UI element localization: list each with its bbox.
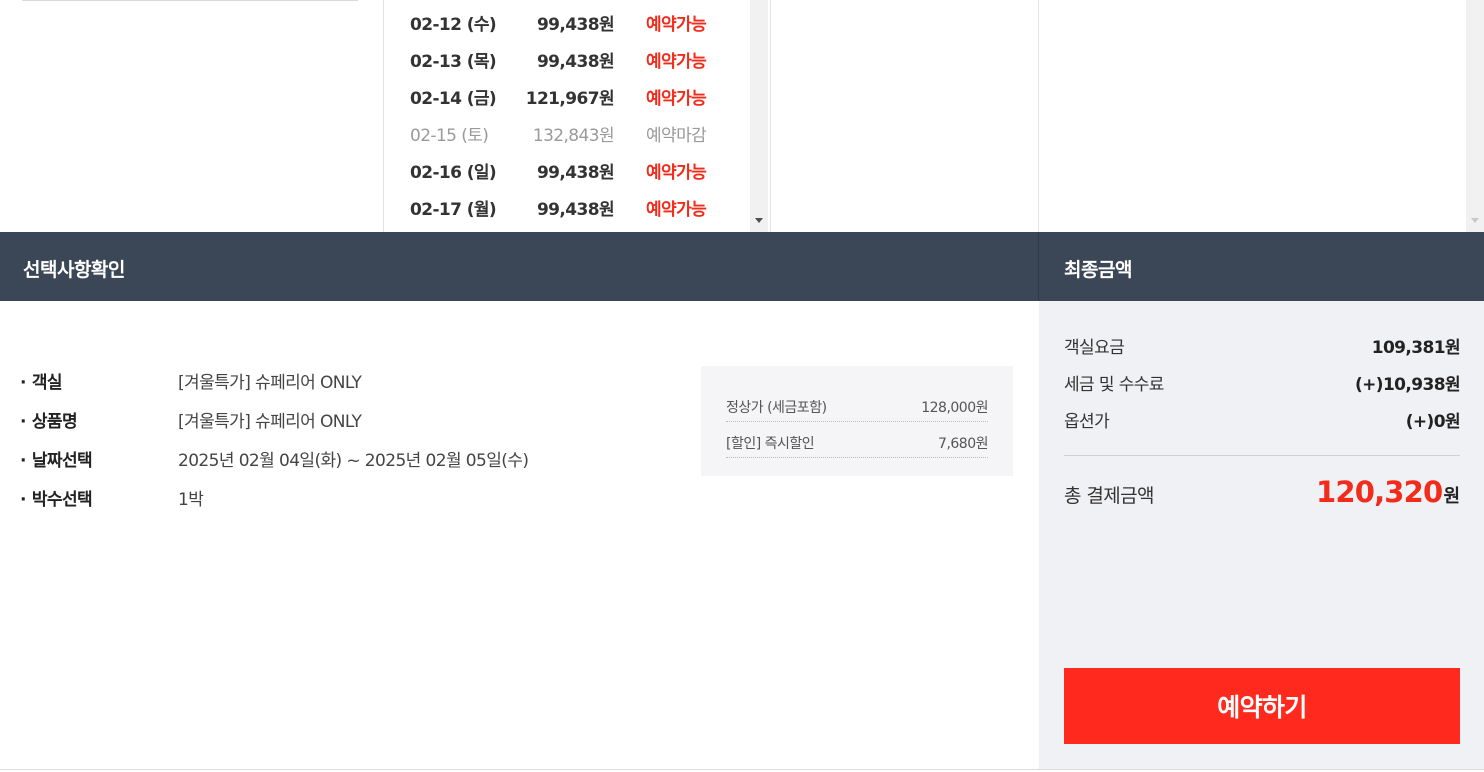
- date-price: 121,967원: [525, 89, 615, 109]
- triangle-down-icon[interactable]: [1471, 218, 1479, 223]
- info-label: 객실: [20, 368, 63, 393]
- price-breakdown-box: 정상가 (세금포함) 128,000원 [할인] 즉시할인 7,680원: [701, 366, 1013, 476]
- date-list-scrollbar[interactable]: [750, 0, 768, 232]
- date-label: 02-16 (일): [410, 163, 497, 183]
- info-value: 1박: [178, 490, 204, 510]
- date-status: 예약가능: [646, 163, 707, 183]
- info-value: [겨울특가] 슈페리어 ONLY: [178, 412, 362, 432]
- selection-panel: 객실 [겨울특가] 슈페리어 ONLY 상품명 [겨울특가] 슈페리어 ONLY…: [0, 301, 1038, 770]
- price-row-regular: 정상가 (세금포함) 128,000원: [726, 386, 988, 422]
- final-value: (+)10,938원: [1354, 375, 1461, 395]
- date-price: 99,438원: [536, 163, 615, 183]
- final-row-tax: 세금 및 수수료 (+)10,938원: [1064, 370, 1461, 396]
- final-amount-header: 최종금액: [1064, 259, 1132, 281]
- info-value: [겨울특가] 슈페리어 ONLY: [178, 373, 362, 393]
- final-label: 세금 및 수수료: [1064, 375, 1164, 395]
- final-row-room-fee: 객실요금 109,381원: [1064, 333, 1461, 359]
- info-label: 날짜선택: [20, 446, 93, 471]
- date-status: 예약가능: [646, 200, 707, 220]
- divider: [0, 769, 1484, 770]
- date-status: 예약가능: [646, 52, 707, 72]
- date-price: 132,843원: [532, 126, 615, 146]
- final-amount-panel: 객실요금 109,381원 세금 및 수수료 (+)10,938원 옵션가 (+…: [1039, 301, 1484, 770]
- date-price: 99,438원: [536, 200, 615, 220]
- room-date-area: 02-12 (수) 99,438원 예약가능 02-13 (목) 99,438원…: [0, 0, 1484, 232]
- triangle-down-icon[interactable]: [755, 218, 763, 223]
- header-divider: [1038, 232, 1039, 301]
- date-row[interactable]: 02-14 (금) 121,967원 예약가능: [385, 76, 749, 113]
- divider: [22, 0, 358, 1]
- date-row[interactable]: 02-17 (월) 99,438원 예약가능: [385, 187, 749, 224]
- date-label: 02-15 (토): [410, 126, 489, 146]
- room-list-panel: [0, 0, 384, 232]
- date-row[interactable]: 02-16 (일) 99,438원 예약가능: [385, 150, 749, 187]
- date-row: 02-15 (토) 132,843원 예약마감: [385, 113, 749, 150]
- date-status: 예약가능: [646, 15, 707, 35]
- final-label: 객실요금: [1064, 338, 1125, 358]
- total-amount: 120,320원: [1316, 475, 1460, 509]
- date-price: 99,438원: [536, 52, 615, 72]
- date-label: 02-14 (금): [410, 89, 497, 109]
- summary-header-bar: 선택사항확인 최종금액: [0, 232, 1484, 301]
- date-label: 02-12 (수): [410, 15, 497, 35]
- price-row-discount: [할인] 즉시할인 7,680원: [726, 422, 988, 458]
- date-price: 99,438원: [536, 15, 615, 35]
- final-value: (+)0원: [1405, 412, 1461, 432]
- total-label: 총 결제금액: [1064, 485, 1154, 507]
- price-label: [할인] 즉시할인: [726, 436, 815, 452]
- final-value: 109,381원: [1371, 338, 1461, 358]
- date-row[interactable]: 02-13 (목) 99,438원 예약가능: [385, 39, 749, 76]
- date-label: 02-13 (목): [410, 52, 497, 72]
- total-amount-number: 120,320: [1315, 475, 1443, 509]
- selection-header: 선택사항확인: [23, 259, 125, 281]
- price-label: 정상가 (세금포함): [726, 400, 827, 416]
- divider: [1064, 455, 1460, 456]
- total-amount-unit: 원: [1443, 486, 1460, 507]
- info-label: 상품명: [20, 407, 78, 432]
- final-row-option: 옵션가 (+)0원: [1064, 407, 1461, 433]
- price-value: 128,000원: [921, 400, 988, 416]
- info-label: 박수선택: [20, 485, 93, 510]
- date-label: 02-17 (월): [410, 200, 497, 220]
- date-row[interactable]: 02-12 (수) 99,438원 예약가능: [385, 2, 749, 39]
- price-value: 7,680원: [938, 436, 988, 452]
- book-button[interactable]: 예약하기: [1064, 668, 1460, 744]
- page-scrollbar[interactable]: [1466, 0, 1484, 232]
- date-status: 예약마감: [646, 126, 707, 146]
- date-status: 예약가능: [646, 89, 707, 109]
- date-price-list: 02-12 (수) 99,438원 예약가능 02-13 (목) 99,438원…: [385, 0, 771, 232]
- option-panel: [771, 0, 1039, 232]
- final-label: 옵션가: [1064, 412, 1110, 432]
- info-value: 2025년 02월 04일(화) ~ 2025년 02월 05일(수): [178, 451, 529, 471]
